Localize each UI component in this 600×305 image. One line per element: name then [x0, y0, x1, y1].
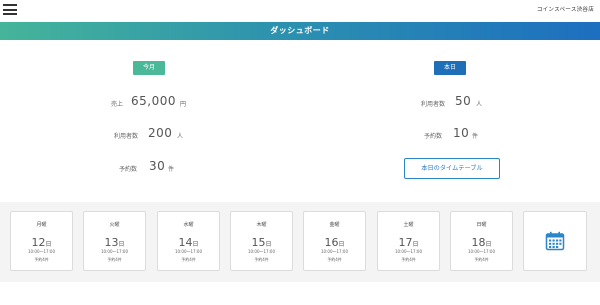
- month-users-value: 200: [148, 126, 173, 140]
- month-sales-label: 売上: [111, 101, 124, 108]
- day-bookings: 予約4件: [34, 257, 49, 262]
- day-date: 18日: [451, 231, 512, 250]
- day-date: 14日: [158, 231, 219, 250]
- today-bookings-stat: 予約数 10 件: [300, 124, 600, 144]
- day-date-suffix: 日: [45, 241, 52, 248]
- today-users-value: 50: [455, 94, 472, 108]
- month-badge: 今月: [133, 61, 165, 75]
- day-bookings: 予約4件: [474, 257, 489, 262]
- today-bookings-label: 予約数: [424, 133, 443, 140]
- day-date-number: 15: [251, 236, 266, 249]
- day-card-wednesday[interactable]: 水曜 14日 10:00〜17:00 予約4件: [157, 211, 220, 271]
- day-hours: 10:00〜17:00: [27, 249, 56, 254]
- month-users-unit: 人: [177, 133, 184, 140]
- day-date-number: 14: [178, 236, 193, 249]
- day-bookings: 予約4件: [107, 257, 122, 262]
- day-of-week: 木曜: [256, 222, 267, 228]
- month-bookings-value: 30: [149, 159, 166, 173]
- today-bookings-value: 10: [453, 126, 470, 140]
- day-bookings: 予約4件: [181, 257, 196, 262]
- store-name: コインスペース渋谷店: [536, 7, 594, 13]
- today-users-stat: 利用者数 50 人: [300, 92, 600, 112]
- day-card-thursday[interactable]: 木曜 15日 10:00〜17:00 予約4件: [230, 211, 293, 271]
- today-users-label: 利用者数: [421, 101, 446, 108]
- month-bookings-unit: 件: [168, 166, 175, 173]
- day-date: 12日: [11, 231, 72, 250]
- page-title: ダッシュボード: [0, 22, 600, 40]
- day-bookings: 予約4件: [401, 257, 416, 262]
- day-of-week: 月曜: [36, 222, 47, 228]
- day-bookings: 予約4件: [327, 257, 342, 262]
- calendar-icon: [545, 231, 565, 251]
- day-hours: 10:00〜17:00: [467, 249, 496, 254]
- day-date-suffix: 日: [412, 241, 419, 248]
- day-date-suffix: 日: [338, 241, 345, 248]
- day-date: 15日: [231, 231, 292, 250]
- day-date-suffix: 日: [485, 241, 492, 248]
- today-timetable-button[interactable]: 本日のタイムテーブル: [404, 158, 500, 179]
- hamburger-menu-icon[interactable]: [3, 4, 17, 15]
- day-of-week: 日曜: [476, 222, 487, 228]
- month-bookings-label: 予約数: [119, 166, 138, 173]
- day-date: 16日: [304, 231, 365, 250]
- day-card-saturday[interactable]: 土曜 17日 10:00〜17:00 予約4件: [377, 211, 440, 271]
- day-of-week: 水曜: [183, 222, 194, 228]
- month-users-stat: 利用者数 200 人: [0, 124, 300, 144]
- day-hours: 10:00〜17:00: [174, 249, 203, 254]
- calendar-button[interactable]: [523, 211, 587, 271]
- day-date-suffix: 日: [118, 241, 125, 248]
- month-sales-stat: 売上 65,000 円: [0, 92, 300, 112]
- today-badge: 本日: [434, 61, 466, 75]
- today-users-unit: 人: [476, 101, 483, 108]
- day-bookings: 予約4件: [254, 257, 269, 262]
- month-sales-unit: 円: [180, 101, 187, 108]
- day-date-number: 12: [31, 236, 46, 249]
- day-hours: 10:00〜17:00: [394, 249, 423, 254]
- day-card-friday[interactable]: 金曜 16日 10:00〜17:00 予約4件: [303, 211, 366, 271]
- day-date-number: 16: [324, 236, 339, 249]
- day-of-week: 火曜: [109, 222, 120, 228]
- day-date: 13日: [84, 231, 145, 250]
- month-bookings-stat: 予約数 30 件: [0, 157, 300, 177]
- day-of-week: 金曜: [329, 222, 340, 228]
- month-users-label: 利用者数: [114, 133, 139, 140]
- day-of-week: 土曜: [403, 222, 414, 228]
- top-bar: コインスペース渋谷店: [0, 0, 600, 22]
- day-hours: 10:00〜17:00: [247, 249, 276, 254]
- day-date-suffix: 日: [192, 241, 199, 248]
- day-hours: 10:00〜17:00: [320, 249, 349, 254]
- day-date: 17日: [378, 231, 439, 250]
- day-date-number: 17: [398, 236, 413, 249]
- month-sales-value: 65,000: [131, 94, 176, 108]
- day-card-tuesday[interactable]: 火曜 13日 10:00〜17:00 予約4件: [83, 211, 146, 271]
- day-date-number: 18: [471, 236, 486, 249]
- day-date-number: 13: [104, 236, 119, 249]
- day-hours: 10:00〜17:00: [100, 249, 129, 254]
- today-bookings-unit: 件: [472, 133, 479, 140]
- day-card-monday[interactable]: 月曜 12日 10:00〜17:00 予約4件: [10, 211, 73, 271]
- day-card-sunday[interactable]: 日曜 18日 10:00〜17:00 予約4件: [450, 211, 513, 271]
- day-date-suffix: 日: [265, 241, 272, 248]
